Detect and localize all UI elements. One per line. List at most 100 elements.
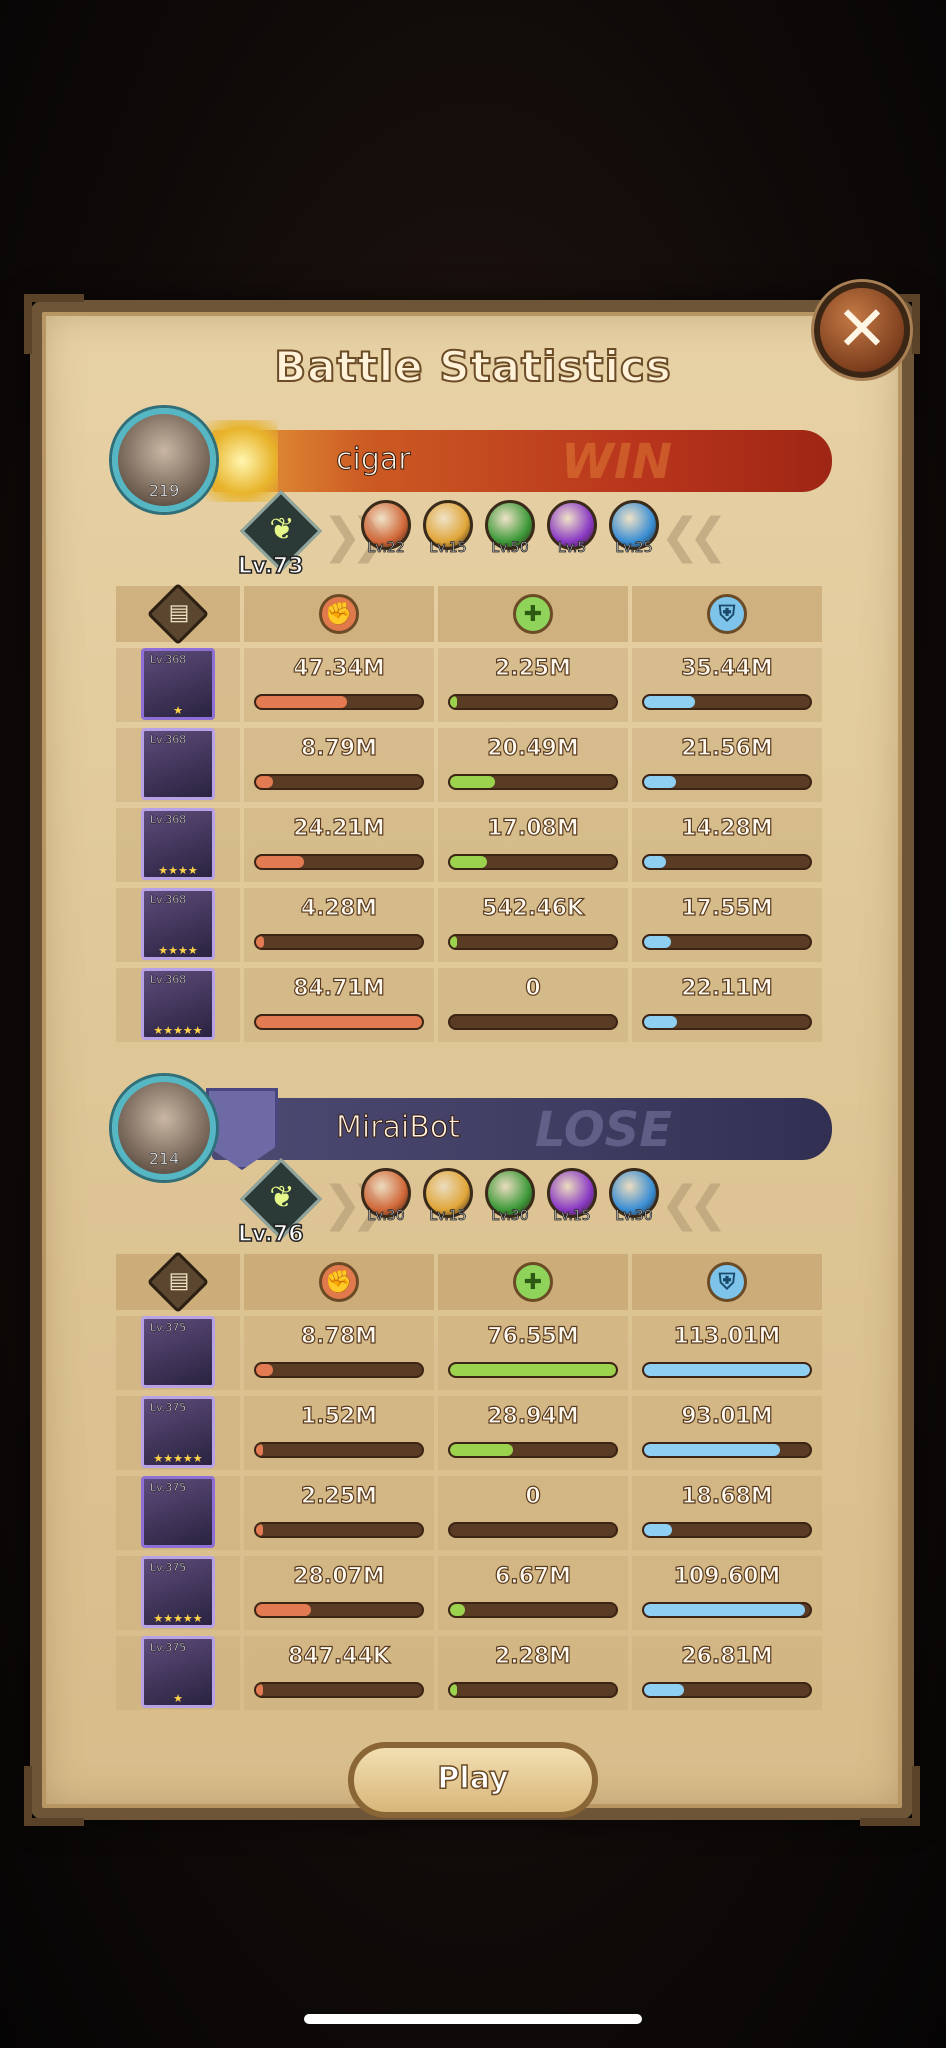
- stat-bar-damage: [254, 1522, 424, 1538]
- stat-value-damage: 47.34M: [293, 655, 386, 681]
- stat-healing: 542.46K: [438, 888, 628, 962]
- stat-cell-healing: 28.94M: [438, 1396, 628, 1470]
- player-banner: MiraiBot LOSE: [206, 1088, 832, 1170]
- stat-taken: 22.11M: [632, 968, 822, 1042]
- stat-bar-damage: [254, 774, 424, 790]
- faction-level: Lv.15: [429, 1208, 467, 1225]
- hero-portrait[interactable]: Lv.375 ★: [141, 1636, 215, 1708]
- stat-value-damage: 8.78M: [300, 1323, 378, 1349]
- stat-value-damage: 1.52M: [300, 1403, 378, 1429]
- stat-taken: 93.01M: [632, 1396, 822, 1470]
- stat-damage: 28.07M: [244, 1556, 434, 1630]
- player-avatar[interactable]: 219: [112, 408, 216, 512]
- stat-damage: 24.21M: [244, 808, 434, 882]
- stat-bar-fill-damage: [256, 1524, 263, 1536]
- team-header: cigar WIN 219 ❦ Lv.73 ❯❯ ❮❮ Lv.22 Lv.15 Lv.50 Lv.5…: [112, 408, 836, 580]
- avatar-level: 214: [148, 1149, 180, 1169]
- stat-bar-healing: [448, 1362, 618, 1378]
- stat-bar-fill-damage: [256, 776, 273, 788]
- hero-cell: Lv.368 ★★★★★: [116, 968, 240, 1042]
- stat-damage: 84.71M: [244, 968, 434, 1042]
- column-header[interactable]: ▤: [116, 582, 240, 646]
- stat-bar-fill-taken: [644, 1016, 678, 1028]
- stat-value-healing: 2.28M: [494, 1643, 572, 1669]
- faction-level: Lv.50: [491, 540, 529, 557]
- stat-cell-damage: 2.25M: [244, 1476, 434, 1550]
- hero-portrait[interactable]: Lv.368 ★★★★★: [141, 968, 215, 1040]
- hero-portrait[interactable]: Lv.375: [141, 1476, 215, 1548]
- stat-bar-taken: [642, 854, 812, 870]
- stat-cell-taken: 17.55M: [632, 888, 822, 962]
- hero-portrait[interactable]: Lv.368 ★★★★: [141, 888, 215, 960]
- stat-healing: 2.28M: [438, 1636, 628, 1710]
- player-avatar[interactable]: 214: [112, 1076, 216, 1180]
- player-banner: cigar WIN: [206, 420, 832, 502]
- column-header[interactable]: ▤: [116, 1250, 240, 1314]
- play-button[interactable]: Play: [348, 1742, 598, 1818]
- stat-cell-damage: 1.52M: [244, 1396, 434, 1470]
- stat-bar-fill-taken: [644, 1364, 810, 1376]
- faction-level: Lv.15: [553, 1208, 591, 1225]
- faction-badge: Lv.22: [360, 500, 412, 560]
- hero-portrait[interactable]: Lv.375: [141, 1316, 215, 1388]
- stat-healing: 20.49M: [438, 728, 628, 802]
- healing-icon: ✚: [513, 594, 553, 634]
- faction-levels: Lv.22 Lv.15 Lv.50 Lv.5 Lv.25: [360, 500, 660, 560]
- stat-bar-taken: [642, 934, 812, 950]
- close-button[interactable]: ✕: [814, 282, 910, 378]
- stat-cell-damage: 4.28M: [244, 888, 434, 962]
- stat-value-healing: 76.55M: [487, 1323, 580, 1349]
- stat-bar-fill-healing: [450, 1444, 514, 1456]
- hero-cell: Lv.375: [116, 1476, 240, 1550]
- chevron-decor-icon: ❮❮: [660, 508, 729, 564]
- hero-stats-row: Lv.368 8.79M 20.49M 21.56M: [116, 728, 822, 802]
- damage-dealt-icon: ✊: [319, 594, 359, 634]
- stat-bar-damage: [254, 1014, 424, 1030]
- stat-value-healing: 0: [525, 1483, 542, 1509]
- stat-damage: 4.28M: [244, 888, 434, 962]
- hero-cell: Lv.368 ★★★★: [116, 808, 240, 882]
- stat-bar-fill-taken: [644, 1524, 673, 1536]
- hero-portrait[interactable]: Lv.368: [141, 728, 215, 800]
- stat-bar-taken: [642, 1602, 812, 1618]
- hero-portrait[interactable]: Lv.368 ★★★★: [141, 808, 215, 880]
- stat-damage: 47.34M: [244, 648, 434, 722]
- hero-portrait[interactable]: Lv.375 ★★★★★: [141, 1396, 215, 1468]
- player-name: cigar: [336, 442, 412, 478]
- stat-cell-healing: 2.25M: [438, 648, 628, 722]
- stat-cell-healing: 542.46K: [438, 888, 628, 962]
- stat-bar-fill-taken: [644, 776, 676, 788]
- stat-damage: 2.25M: [244, 1476, 434, 1550]
- stat-damage: 847.44K: [244, 1636, 434, 1710]
- stat-bar-fill-taken: [644, 1684, 684, 1696]
- stats-table: ▤ ✊ ✚ ⛨ Lv.368 ★ 47.34M 2.25M 35.44M Lv.368 8.79M 2…: [112, 580, 826, 1048]
- stat-cell-taken: 93.01M: [632, 1396, 822, 1470]
- stat-taken: 109.60M: [632, 1556, 822, 1630]
- stat-value-healing: 20.49M: [487, 735, 580, 761]
- hero-portrait[interactable]: Lv.375 ★★★★★: [141, 1556, 215, 1628]
- stat-value-damage: 84.71M: [293, 975, 386, 1001]
- faction-level: Lv.5: [557, 540, 587, 557]
- hero-cell: Lv.368: [116, 728, 240, 802]
- faction-level: Lv.22: [367, 540, 405, 557]
- faction-badge: Lv.30: [608, 1168, 660, 1228]
- stat-value-taken: 18.68M: [681, 1483, 774, 1509]
- stat-healing: 76.55M: [438, 1316, 628, 1390]
- stat-bar-damage: [254, 1362, 424, 1378]
- stat-value-damage: 24.21M: [293, 815, 386, 841]
- column-header: ⛨: [632, 1254, 822, 1310]
- hero-stars: ★★★★★: [153, 1612, 203, 1625]
- hero-stats-row: Lv.368 ★★★★ 4.28M 542.46K 17.55M: [116, 888, 822, 962]
- stat-bar-fill-damage: [256, 1604, 311, 1616]
- stat-damage: 8.78M: [244, 1316, 434, 1390]
- faction-level: Lv.30: [615, 1208, 653, 1225]
- stat-cell-healing: 2.28M: [438, 1636, 628, 1710]
- stat-cell-healing: 0: [438, 1476, 628, 1550]
- stat-bar-healing: [448, 854, 618, 870]
- hero-cell: Lv.375 ★★★★★: [116, 1396, 240, 1470]
- column-header: ✊: [244, 1254, 434, 1310]
- hero-portrait[interactable]: Lv.368 ★: [141, 648, 215, 720]
- stat-bar-healing: [448, 694, 618, 710]
- hero-list-icon: ▤: [146, 1250, 210, 1314]
- stat-bar-fill-healing: [450, 1364, 616, 1376]
